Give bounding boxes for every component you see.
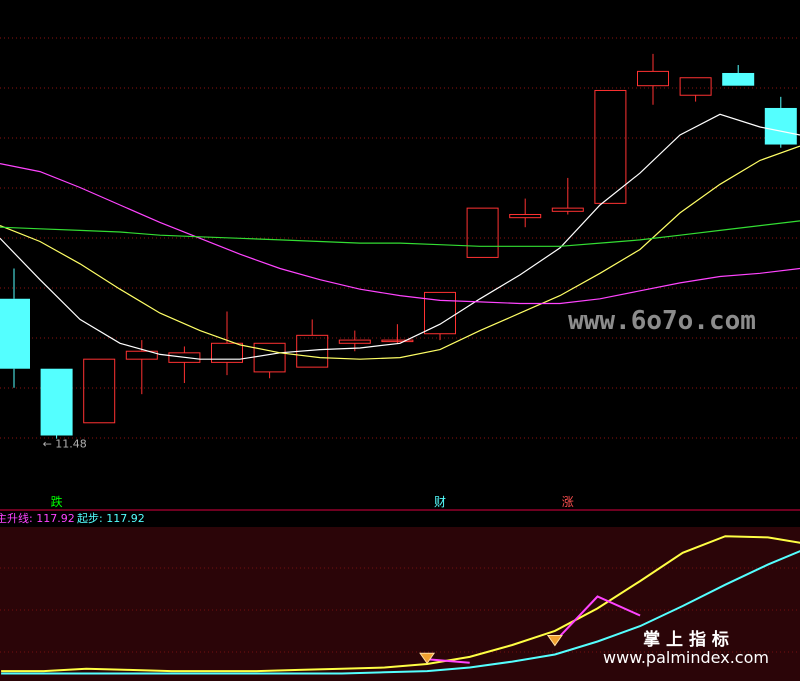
indicator-legend-item: 起步: 117.92 [77, 512, 145, 525]
signal-label: 涨 [562, 494, 574, 509]
low-price-label: ← 11.48 [43, 438, 87, 451]
candle [40, 368, 73, 439]
candle-body [764, 107, 797, 145]
candle-body [722, 72, 755, 86]
indicator-legend-item: 主升线: 117.92 [0, 511, 75, 525]
indicator-legend: 主升线: 117.92 起步: 117.92 [0, 511, 145, 525]
chart-canvas: www.6o7o.com ← 11.48 跌 财 涨 主升线: 117.92 起步: 1… [0, 0, 800, 681]
signal-label: 财 [434, 495, 446, 509]
candle-body [0, 298, 30, 369]
watermark-palmindex: www.palmindex.com [603, 648, 769, 667]
watermark-6o7o: www.6o7o.com [568, 306, 756, 336]
signal-label: 跌 [51, 494, 63, 509]
candle-body [40, 368, 73, 436]
watermark-palm-title: 掌 上 指 标 [643, 629, 729, 650]
